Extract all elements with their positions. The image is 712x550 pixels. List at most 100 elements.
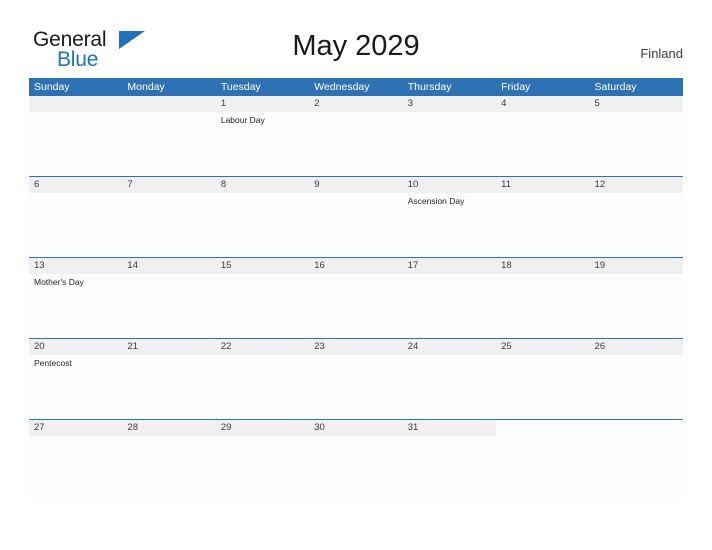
day-cell-28[interactable]: 28 — [122, 420, 215, 501]
day-number: 16 — [314, 260, 325, 271]
day-events: Labour Day — [221, 112, 309, 126]
day-number: 8 — [220, 179, 227, 190]
day-number: 14 — [127, 260, 138, 271]
day-number — [501, 420, 589, 436]
day-number: 31 — [407, 422, 419, 433]
day-cell-15[interactable]: 15 — [216, 258, 309, 338]
day-number: 12 — [594, 179, 606, 190]
day-cell-5[interactable]: 5 — [590, 96, 683, 176]
day-number: 28 — [127, 422, 138, 433]
day-cell-22[interactable]: 22 — [216, 339, 309, 419]
day-cell-23[interactable]: 23 — [309, 339, 402, 419]
day-cell-8[interactable]: 8 — [216, 177, 309, 257]
day-number — [595, 420, 683, 436]
weekday-header-monday: Monday — [127, 81, 165, 93]
weekday-header-sunday: Sunday — [34, 81, 70, 93]
day-cell-1[interactable]: 1 Labour Day — [216, 96, 309, 176]
week-rows-container: 1 Labour Day 2 3 4 5 6 7 8 9 10 Ascension Day 11 12 13… — [29, 96, 683, 501]
day-cell-31[interactable]: 31 — [403, 420, 496, 501]
day-number: 24 — [407, 341, 419, 352]
day-cell-25[interactable]: 25 — [496, 339, 589, 419]
day-number: 4 — [501, 98, 507, 109]
day-cell-17[interactable]: 17 — [403, 258, 496, 338]
day-number: 23 — [314, 341, 325, 352]
day-cell-29[interactable]: 29 — [216, 420, 309, 501]
day-number: 6 — [34, 179, 40, 190]
day-cell-6[interactable]: 6 — [29, 177, 122, 257]
page-header: General Blue May 2029 Finland — [0, 0, 712, 78]
day-number: 26 — [594, 341, 606, 352]
weekday-header-wednesday: Wednesday — [314, 81, 370, 93]
calendar-page: General Blue May 2029 Finland Sunday Mond… — [0, 0, 712, 550]
day-cell-18[interactable]: 18 — [496, 258, 589, 338]
day-cell-13[interactable]: 13 Mother's Day — [29, 258, 122, 338]
day-number — [34, 96, 122, 112]
day-number: 19 — [594, 260, 606, 271]
day-cell-21[interactable]: 21 — [122, 339, 215, 419]
day-number: 27 — [34, 422, 45, 433]
weekday-header-friday: Friday — [501, 81, 531, 93]
day-cell-16[interactable]: 16 — [309, 258, 402, 338]
day-cells: 27 28 29 30 31 — [29, 420, 683, 501]
holiday-event: Ascension Day — [407, 196, 465, 206]
day-cell-30[interactable]: 30 — [309, 420, 402, 501]
day-cells: 6 7 8 9 10 Ascension Day 11 12 — [29, 177, 683, 257]
day-number: 21 — [127, 341, 138, 352]
day-number: 10 — [407, 179, 419, 190]
day-number: 20 — [34, 341, 45, 352]
region-label: Finland — [640, 46, 683, 61]
day-number: 1 — [220, 98, 227, 109]
day-number: 13 — [34, 260, 45, 271]
day-cell-3[interactable]: 3 — [403, 96, 496, 176]
day-number — [127, 96, 215, 112]
day-cells: 20 Pentecost 21 22 23 24 25 26 — [29, 339, 683, 419]
day-cell-7[interactable]: 7 — [122, 177, 215, 257]
day-number: 2 — [314, 98, 320, 109]
day-number: 9 — [314, 179, 320, 190]
day-number: 7 — [127, 179, 133, 190]
day-number: 25 — [501, 341, 512, 352]
day-cell-12[interactable]: 12 — [590, 177, 683, 257]
day-number: 29 — [220, 422, 232, 433]
day-cell-empty — [29, 96, 122, 176]
day-number: 22 — [220, 341, 232, 352]
day-cell-14[interactable]: 14 — [122, 258, 215, 338]
day-cell-empty — [590, 420, 683, 501]
week-row: 1 Labour Day 2 3 4 5 — [29, 96, 683, 177]
holiday-event: Mother's Day — [34, 277, 84, 287]
holiday-event: Pentecost — [34, 358, 72, 368]
week-row: 27 28 29 30 31 — [29, 420, 683, 501]
day-events: Pentecost — [34, 355, 122, 369]
day-cell-24[interactable]: 24 — [403, 339, 496, 419]
day-cell-26[interactable]: 26 — [590, 339, 683, 419]
weekday-header-tuesday: Tuesday — [220, 81, 261, 93]
day-cells: 13 Mother's Day 14 15 16 17 18 19 — [29, 258, 683, 338]
day-cell-27[interactable]: 27 — [29, 420, 122, 501]
day-number: 17 — [407, 260, 419, 271]
day-cell-19[interactable]: 19 — [590, 258, 683, 338]
day-cell-empty — [122, 96, 215, 176]
week-row: 20 Pentecost 21 22 23 24 25 26 — [29, 339, 683, 420]
day-cell-4[interactable]: 4 — [496, 96, 589, 176]
day-events: Ascension Day — [408, 193, 496, 207]
weekday-header-row: Sunday Monday Tuesday Wednesday Thursday Frid… — [29, 78, 683, 96]
day-events: Mother's Day — [34, 274, 122, 288]
week-row: 13 Mother's Day 14 15 16 17 18 19 — [29, 258, 683, 339]
day-cell-9[interactable]: 9 — [309, 177, 402, 257]
week-row: 6 7 8 9 10 Ascension Day 11 12 — [29, 177, 683, 258]
day-cell-20[interactable]: 20 Pentecost — [29, 339, 122, 419]
day-cell-2[interactable]: 2 — [309, 96, 402, 176]
day-number: 15 — [220, 260, 232, 271]
weekday-header-saturday: Saturday — [594, 81, 637, 93]
calendar-grid: Sunday Monday Tuesday Wednesday Thursday Frid… — [29, 78, 683, 501]
day-cell-empty — [496, 420, 589, 501]
holiday-event: Labour Day — [220, 115, 265, 125]
day-number: 3 — [407, 98, 413, 109]
day-cell-10[interactable]: 10 Ascension Day — [403, 177, 496, 257]
day-number: 30 — [314, 422, 325, 433]
page-title: May 2029 — [292, 30, 420, 62]
day-number: 5 — [594, 98, 600, 109]
day-cell-11[interactable]: 11 — [496, 177, 589, 257]
day-number: 18 — [501, 260, 512, 271]
day-number: 11 — [501, 179, 511, 190]
